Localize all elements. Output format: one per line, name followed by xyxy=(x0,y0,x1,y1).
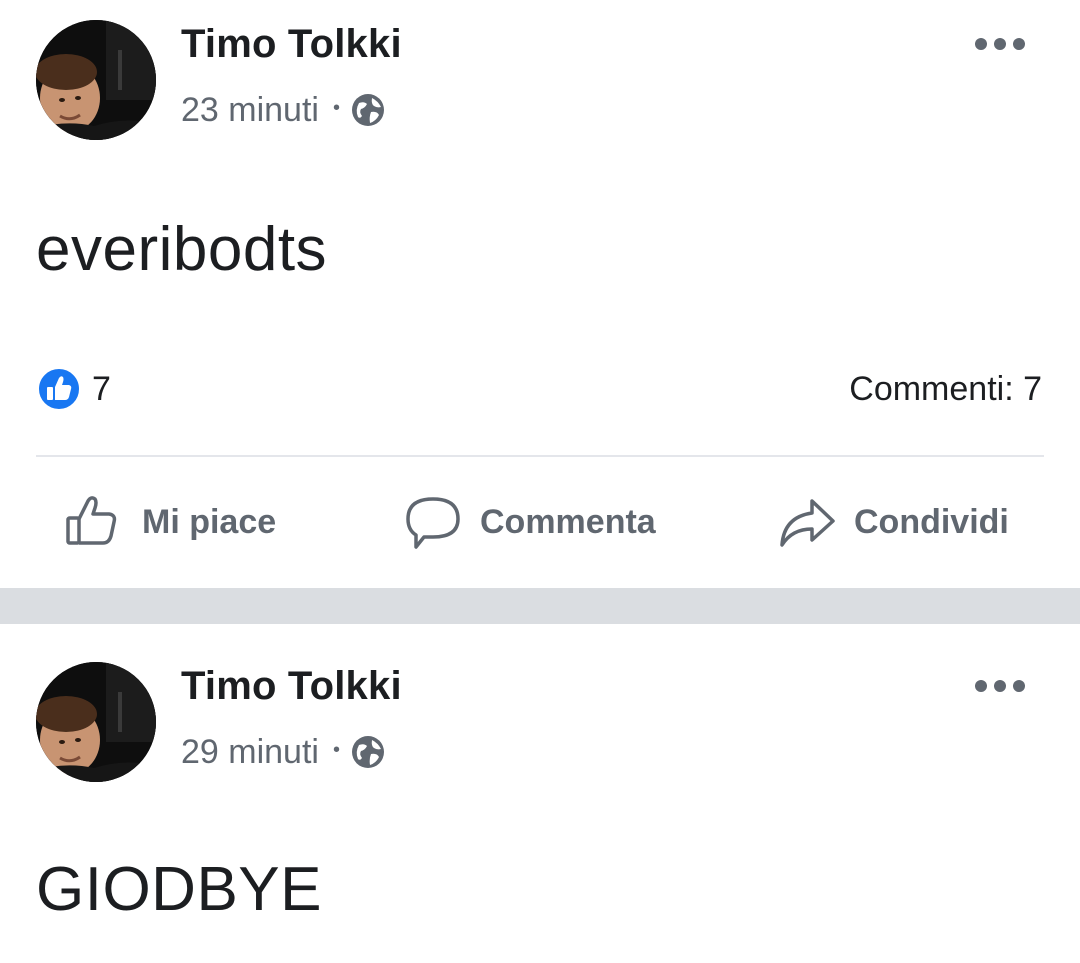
comment-button[interactable]: Commenta xyxy=(402,470,656,574)
post-time[interactable]: 29 minuti xyxy=(181,733,319,772)
more-icon xyxy=(975,680,1025,692)
comments-count-link[interactable]: Commenti: 7 xyxy=(849,366,1042,412)
post-card: Timo Tolkki 23 minuti • everibodts 7 Com… xyxy=(0,0,1080,588)
reactions-summary[interactable]: 7 xyxy=(36,366,111,412)
globe-icon[interactable] xyxy=(350,92,386,128)
thumbs-up-icon xyxy=(64,491,126,553)
post-time[interactable]: 23 minuti xyxy=(181,91,319,130)
post-text: everibodts xyxy=(36,215,328,284)
share-arrow-icon xyxy=(776,491,838,553)
share-button[interactable]: Condividi xyxy=(776,470,1009,574)
speech-bubble-icon xyxy=(402,491,464,553)
avatar[interactable] xyxy=(36,662,156,782)
meta-separator: • xyxy=(332,96,340,119)
post-card: Timo Tolkki 29 minuti • GIODBYE xyxy=(0,624,1080,963)
comment-label: Commenta xyxy=(480,502,656,541)
more-options-button[interactable] xyxy=(966,24,1034,64)
more-icon xyxy=(975,38,1025,50)
post-text: GIODBYE xyxy=(36,855,323,924)
avatar[interactable] xyxy=(36,20,156,140)
reaction-count: 7 xyxy=(92,369,111,408)
feed-separator xyxy=(0,588,1080,624)
post-actions-bar: Mi piace Commenta Condividi xyxy=(0,470,1080,574)
like-reaction-icon xyxy=(36,366,82,412)
more-options-button[interactable] xyxy=(966,666,1034,706)
meta-separator: • xyxy=(332,738,340,761)
like-button[interactable]: Mi piace xyxy=(64,470,276,574)
post-meta: 23 minuti • xyxy=(181,88,386,132)
like-label: Mi piace xyxy=(142,502,277,541)
post-meta: 29 minuti • xyxy=(181,730,386,774)
globe-icon[interactable] xyxy=(350,734,386,770)
divider xyxy=(36,455,1044,457)
author-name[interactable]: Timo Tolkki xyxy=(181,22,402,67)
share-label: Condividi xyxy=(854,502,1009,541)
author-name[interactable]: Timo Tolkki xyxy=(181,664,402,709)
